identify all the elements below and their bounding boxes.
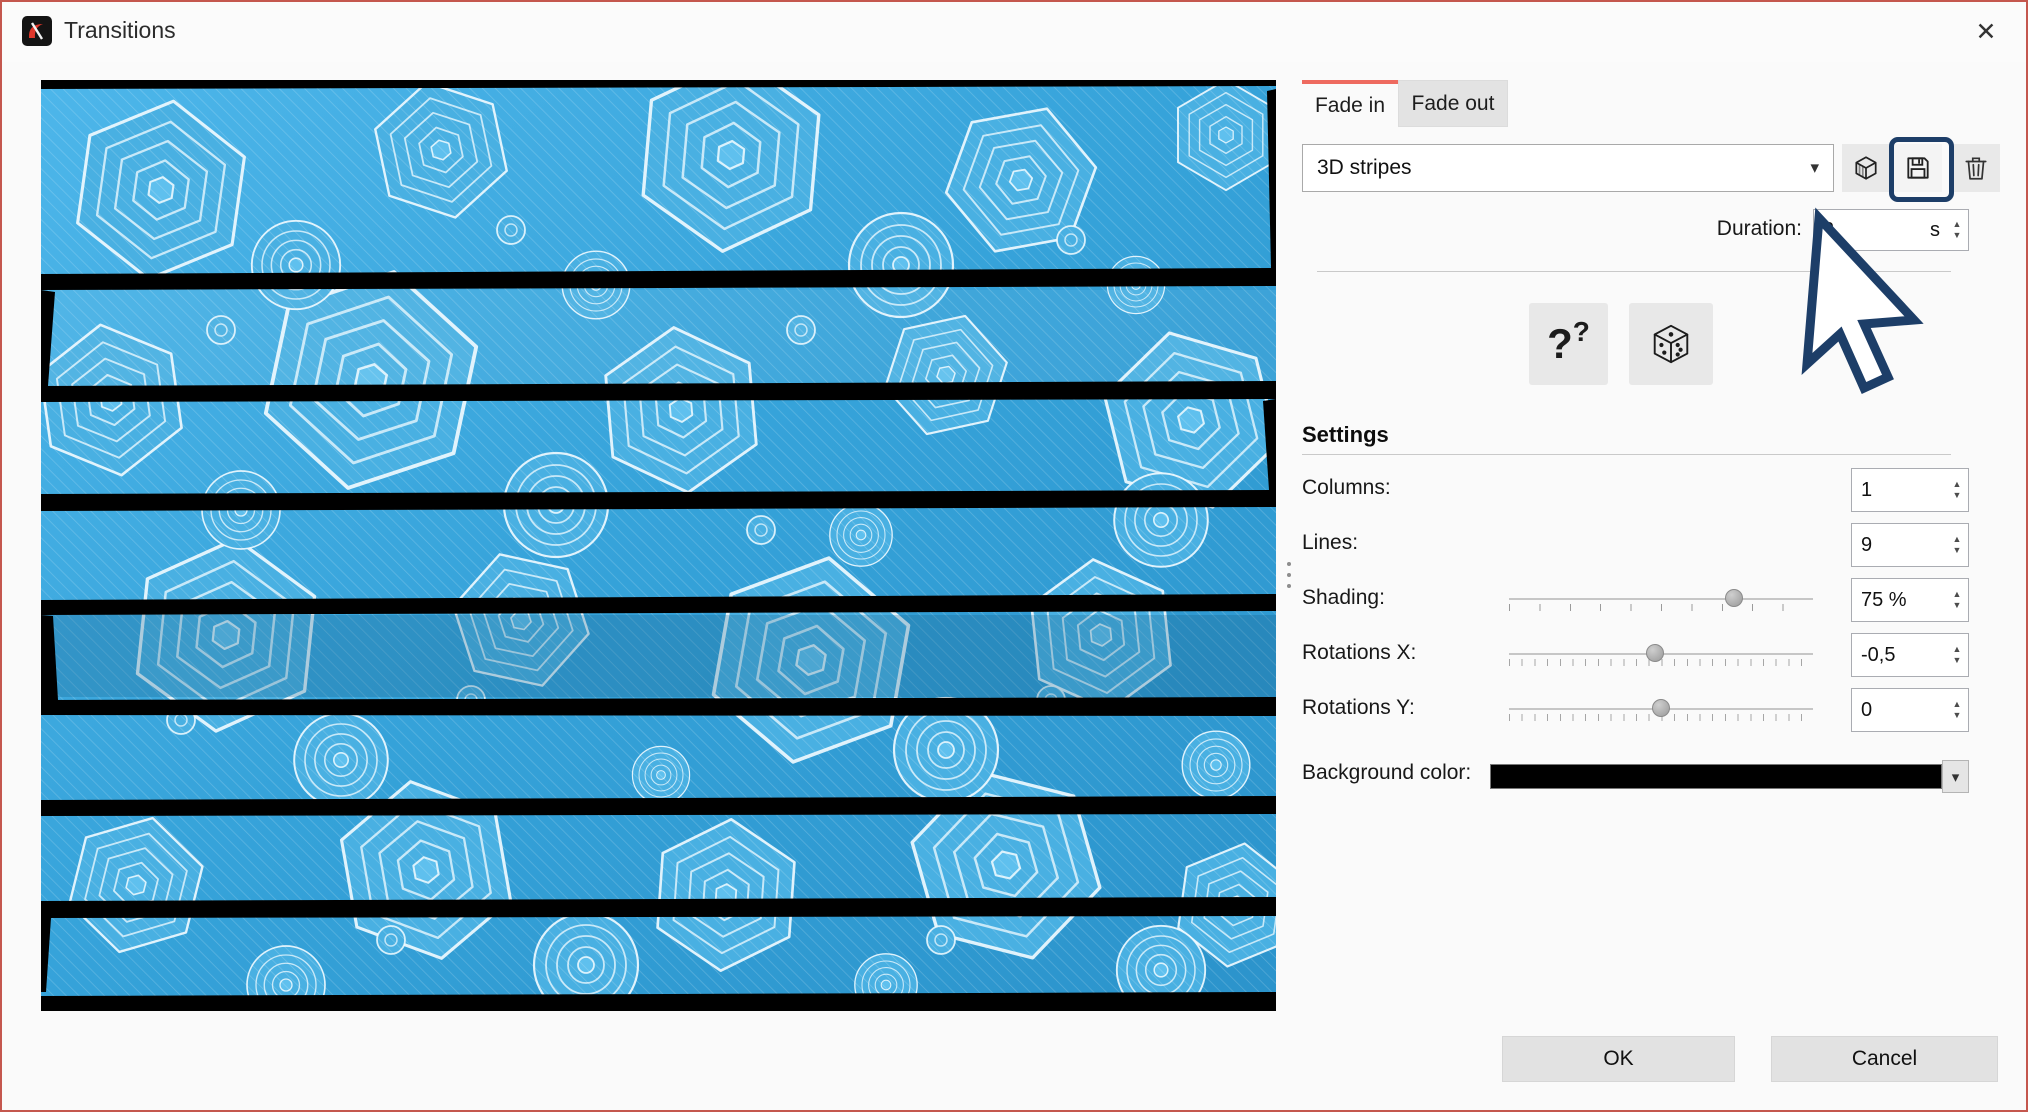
shading-value[interactable]: 75 % (1861, 589, 1946, 612)
rotations-y-slider[interactable] (1509, 695, 1813, 725)
spin-up-icon[interactable]: ▲ (1953, 534, 1962, 545)
dice-icon (1648, 321, 1694, 367)
rotations-y-label: Rotations Y: (1302, 696, 1415, 720)
transition-preview (41, 80, 1276, 1011)
settings-heading: Settings (1302, 422, 1389, 448)
rotations-x-slider-thumb[interactable] (1646, 644, 1664, 662)
spin-up-icon[interactable]: ▲ (1953, 589, 1962, 600)
preview-3d-button[interactable] (1842, 144, 1890, 192)
rotations-x-value[interactable]: -0,5 (1861, 644, 1946, 667)
random-transition-button[interactable]: ?? (1529, 303, 1608, 385)
shading-slider[interactable] (1509, 585, 1813, 615)
duration-separator (1317, 271, 1951, 272)
tab-fade-out-label: Fade out (1412, 92, 1495, 116)
columns-value[interactable]: 1 (1861, 479, 1946, 502)
trash-icon (1962, 154, 1990, 182)
ok-button[interactable]: OK (1502, 1036, 1735, 1082)
tab-fade-out[interactable]: Fade out (1398, 80, 1508, 127)
slider-ticks (1509, 659, 1813, 666)
splitter-handle[interactable] (1285, 562, 1293, 602)
lines-spinbox[interactable]: 9 ▲ ▼ (1851, 523, 1969, 567)
lines-value[interactable]: 9 (1861, 534, 1946, 557)
spin-down-icon[interactable]: ▼ (1953, 600, 1962, 611)
spin-down-icon[interactable]: ▼ (1953, 545, 1962, 556)
spin-down-icon[interactable]: ▼ (1953, 490, 1962, 501)
rotations-y-value[interactable]: 0 (1861, 699, 1946, 722)
duration-value[interactable]: 2 (1823, 219, 1930, 242)
lines-label: Lines: (1302, 531, 1358, 555)
save-icon (1904, 154, 1932, 182)
delete-transition-button[interactable] (1952, 144, 2000, 192)
duration-spinbox[interactable]: 2 s ▲ ▼ (1813, 209, 1969, 251)
rotations-x-slider[interactable] (1509, 640, 1813, 670)
transitions-dialog: Transitions ✕ (0, 0, 2028, 1112)
background-color-dropdown-button[interactable]: ▾ (1942, 760, 1969, 793)
chevron-down-icon: ▾ (1952, 768, 1960, 786)
rotations-y-spinbox[interactable]: 0 ▲ ▼ (1851, 688, 1969, 732)
spin-down-icon[interactable]: ▼ (1953, 710, 1962, 721)
save-transition-button[interactable] (1894, 144, 1942, 192)
shading-label: Shading: (1302, 586, 1385, 610)
cancel-button[interactable]: Cancel (1771, 1036, 1998, 1082)
slider-ticks (1509, 604, 1813, 611)
spin-up-icon[interactable]: ▲ (1953, 644, 1962, 655)
slider-track (1509, 598, 1813, 600)
window-title: Transitions (64, 17, 176, 44)
spin-down-icon[interactable]: ▼ (1953, 230, 1962, 241)
rotations-x-spinbox[interactable]: -0,5 ▲ ▼ (1851, 633, 1969, 677)
spin-up-icon[interactable]: ▲ (1953, 479, 1962, 490)
rotations-x-label: Rotations X: (1302, 641, 1416, 665)
dice-random-button[interactable] (1629, 303, 1713, 385)
shading-spinbox[interactable]: 75 % ▲ ▼ (1851, 578, 1969, 622)
rotations-y-slider-thumb[interactable] (1652, 699, 1670, 717)
duration-unit: s (1930, 219, 1940, 242)
app-logo-icon (22, 16, 52, 46)
columns-spinbox[interactable]: 1 ▲ ▼ (1851, 468, 1969, 512)
preset-selected-value: 3D stripes (1317, 156, 1412, 180)
spin-down-icon[interactable]: ▼ (1953, 655, 1962, 666)
transition-preset-dropdown[interactable]: 3D stripes ▾ (1302, 144, 1834, 192)
spin-up-icon[interactable]: ▲ (1953, 219, 1962, 230)
columns-label: Columns: (1302, 476, 1391, 500)
settings-separator (1302, 454, 1951, 455)
tab-fade-in-label: Fade in (1315, 94, 1385, 118)
shading-slider-thumb[interactable] (1725, 589, 1743, 607)
chevron-down-icon: ▾ (1810, 158, 1819, 178)
cube-icon (1852, 154, 1880, 182)
duration-spin-arrows: ▲ ▼ (1946, 210, 1968, 250)
spin-up-icon[interactable]: ▲ (1953, 699, 1962, 710)
background-color-label: Background color: (1302, 761, 1471, 785)
background-color-swatch[interactable] (1490, 764, 1942, 789)
close-icon[interactable]: ✕ (1968, 14, 2004, 50)
question-mark-icon: ? (1547, 320, 1573, 368)
tab-fade-in[interactable]: Fade in (1302, 80, 1398, 127)
titlebar: Transitions ✕ (2, 2, 2026, 62)
duration-label: Duration: (1602, 217, 1802, 241)
